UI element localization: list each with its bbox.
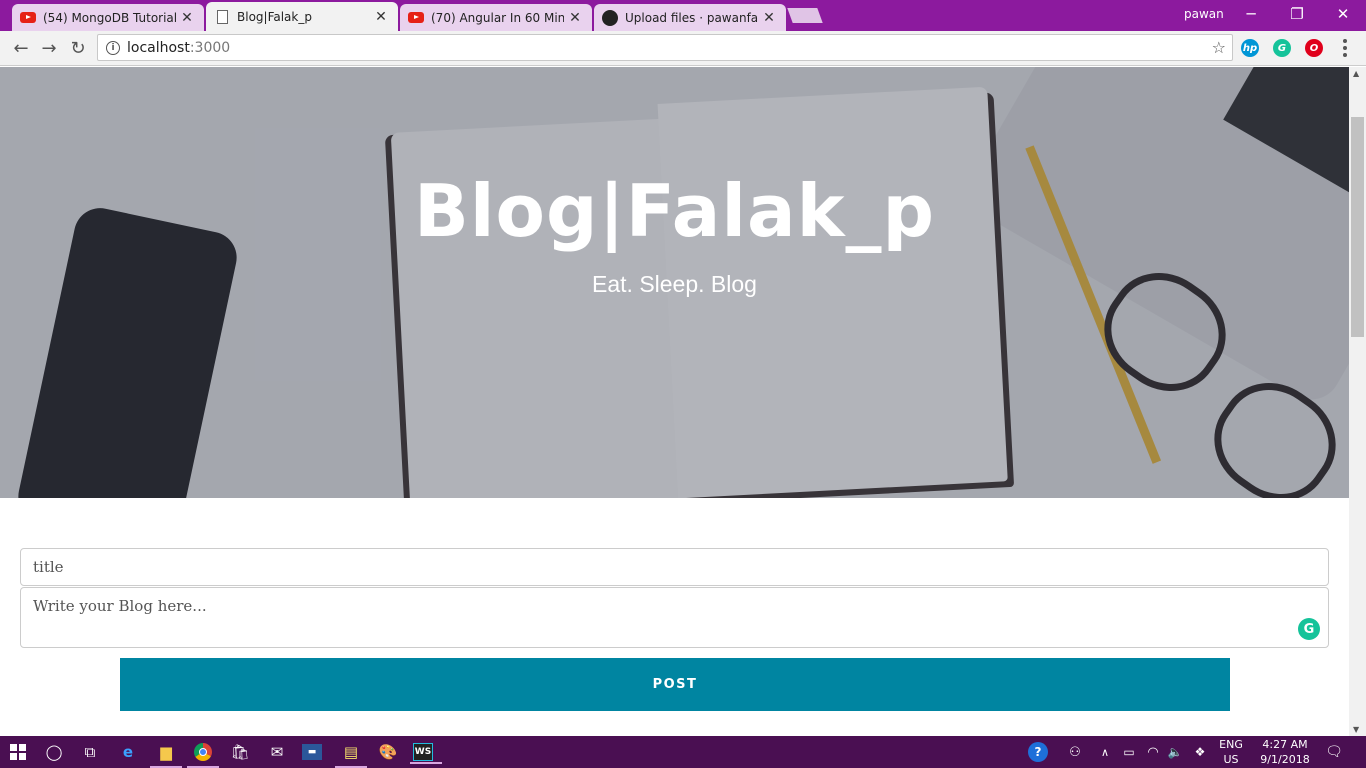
forward-arrow-icon[interactable]: →	[37, 36, 61, 60]
page-scrollbar[interactable]: ▲ ▼	[1349, 67, 1366, 736]
windows-start-icon[interactable]	[6, 740, 30, 764]
scroll-up-arrow-icon[interactable]: ▲	[1353, 69, 1359, 78]
github-icon	[602, 9, 618, 26]
chrome-icon[interactable]	[187, 740, 219, 768]
battery-icon[interactable]: ▭	[1117, 740, 1141, 764]
address-bar[interactable]: i localhost:3000 ☆	[97, 34, 1233, 61]
input-language[interactable]: ENG US	[1214, 737, 1248, 767]
file-explorer-icon[interactable]: ▆	[150, 740, 182, 768]
page-viewport: Blog|Falak_p Eat. Sleep. Blog G POST	[0, 67, 1349, 736]
close-tab-icon[interactable]: ✕	[180, 10, 194, 26]
browser-tab-strip: (54) MongoDB Tutorial fo ✕ Blog|Falak_p …	[0, 0, 1366, 31]
blog-body-textarea[interactable]	[20, 587, 1329, 648]
dropbox-icon[interactable]: ❖	[1188, 740, 1212, 764]
app-icon[interactable]: ▬	[302, 744, 322, 760]
close-tab-icon[interactable]: ✕	[374, 9, 388, 25]
grammarly-extension-icon[interactable]: G	[1273, 39, 1291, 57]
tab-angular-60-minutes[interactable]: (70) Angular In 60 Minute ✕	[400, 4, 592, 31]
windows-taskbar: ◯ ⧉ e ▆ 🛍 ✉ ▬ ▤ 🎨 WS ? ⚇ ∧ ▭ ◠ 🔈 ❖ ENG U…	[0, 736, 1366, 768]
info-icon[interactable]: i	[106, 40, 120, 55]
paint-icon[interactable]: 🎨	[376, 740, 400, 764]
tab-mongodb-tutorial[interactable]: (54) MongoDB Tutorial fo ✕	[12, 4, 204, 31]
url-text: localhost:3000	[127, 39, 231, 56]
bookmark-star-icon[interactable]: ☆	[1212, 38, 1226, 57]
profile-name[interactable]: pawan	[1184, 7, 1224, 21]
tab-title: (54) MongoDB Tutorial fo	[43, 10, 176, 25]
browser-menu-icon[interactable]	[1338, 37, 1352, 59]
close-tab-icon[interactable]: ✕	[568, 10, 582, 26]
hero-banner: Blog|Falak_p Eat. Sleep. Blog	[0, 67, 1349, 498]
action-center-icon[interactable]: 🗨	[1322, 740, 1346, 764]
youtube-icon	[408, 10, 424, 26]
back-arrow-icon[interactable]: ←	[9, 36, 33, 60]
youtube-icon	[20, 10, 36, 26]
site-title: Blog|Falak_p	[413, 169, 936, 253]
webstorm-icon[interactable]: WS	[410, 743, 442, 764]
task-view-icon[interactable]: ⧉	[78, 740, 102, 764]
scrollbar-thumb[interactable]	[1351, 117, 1364, 337]
document-icon	[214, 9, 230, 25]
people-icon[interactable]: ⚇	[1063, 740, 1087, 764]
new-tab-button[interactable]	[787, 8, 823, 23]
cortana-icon[interactable]: ◯	[42, 740, 66, 764]
show-hidden-icons-icon[interactable]: ∧	[1093, 740, 1117, 764]
tab-title: Blog|Falak_p	[237, 9, 312, 24]
tab-blog-falak[interactable]: Blog|Falak_p ✕	[206, 2, 398, 31]
restore-icon[interactable]: ❐	[1274, 0, 1320, 28]
close-tab-icon[interactable]: ✕	[762, 10, 776, 26]
close-window-icon[interactable]: ✕	[1320, 0, 1366, 28]
reload-icon[interactable]: ↻	[66, 36, 90, 60]
wifi-icon[interactable]: ◠	[1141, 740, 1165, 764]
store-icon[interactable]: 🛍	[228, 740, 252, 764]
help-icon[interactable]: ?	[1026, 740, 1050, 764]
site-subtitle: Eat. Sleep. Blog	[592, 271, 757, 297]
post-button[interactable]: POST	[120, 658, 1230, 711]
tab-upload-files[interactable]: Upload files · pawanfalak/ ✕	[594, 4, 786, 31]
clock[interactable]: 4:27 AM 9/1/2018	[1252, 737, 1318, 767]
grammarly-icon[interactable]: G	[1298, 618, 1320, 640]
hp-extension-icon[interactable]: hp	[1241, 39, 1259, 57]
volume-icon[interactable]: 🔈	[1163, 740, 1187, 764]
title-input[interactable]	[20, 548, 1329, 586]
sticky-notes-icon[interactable]: ▤	[335, 740, 367, 768]
opera-extension-icon[interactable]: O	[1305, 39, 1323, 57]
minimize-icon[interactable]: ─	[1228, 0, 1274, 28]
browser-toolbar: ← → ↻ i localhost:3000 ☆ hp G O	[0, 31, 1366, 66]
tab-title: Upload files · pawanfalak/	[625, 10, 758, 25]
mail-icon[interactable]: ✉	[265, 740, 289, 764]
edge-icon[interactable]: e	[116, 740, 140, 764]
tab-title: (70) Angular In 60 Minute	[431, 10, 564, 25]
scroll-down-arrow-icon[interactable]: ▼	[1353, 725, 1359, 734]
